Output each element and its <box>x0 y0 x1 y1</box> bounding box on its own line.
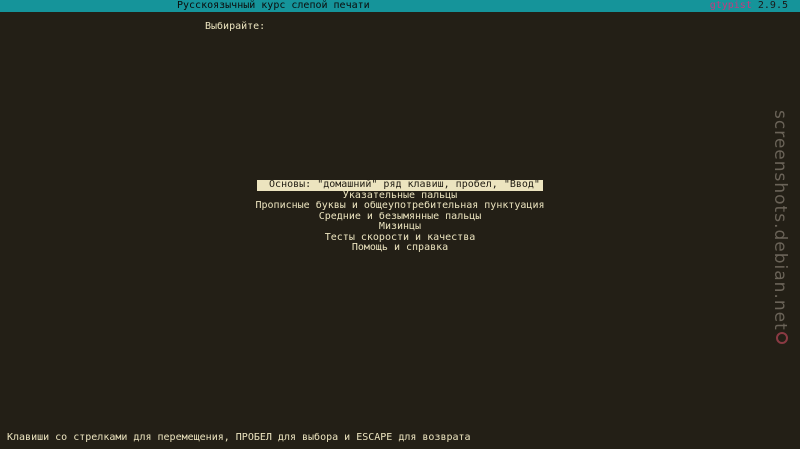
menu-prompt: Выбирайте: <box>205 21 266 32</box>
program-name: gtypist <box>709 0 752 11</box>
menu-item-basics[interactable]: Основы: "домашний" ряд клавиш, пробел, "… <box>0 179 800 191</box>
watermark-text: screenshots.debian.net <box>770 110 790 331</box>
key-hint: Клавиши со стрелками для перемещения, ПР… <box>7 432 471 443</box>
title-bar: Русскоязычный курс слепой печати gtypist… <box>0 0 800 12</box>
menu-item-capitals-punctuation[interactable]: Прописные буквы и общеупотребительная пу… <box>0 200 800 212</box>
version-number: 2.9.5 <box>757 0 788 11</box>
lesson-menu: Основы: "домашний" ряд клавиш, пробел, "… <box>0 179 800 254</box>
menu-item-label: Помощь и справка <box>351 242 449 253</box>
menu-item-label: Прописные буквы и общеупотребительная пу… <box>255 200 545 211</box>
menu-item-help[interactable]: Помощь и справка <box>0 242 800 254</box>
menu-item-label: Основы: "домашний" ряд клавиш, пробел, "… <box>257 179 543 191</box>
debian-swirl-icon <box>776 332 788 344</box>
watermark: screenshots.debian.net <box>770 110 794 350</box>
menu-item-little-fingers[interactable]: Мизинцы <box>0 221 800 233</box>
menu-item-label: Мизинцы <box>378 221 422 232</box>
course-title: Русскоязычный курс слепой печати <box>177 0 370 11</box>
program-version: gtypist 2.9.5 <box>710 0 788 12</box>
